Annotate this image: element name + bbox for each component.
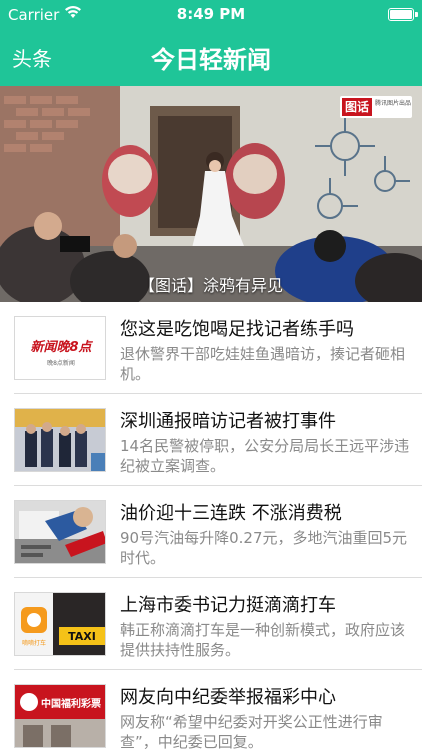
news-item[interactable]: 嘀嘀打车 TAXI 上海市委书记力挺滴滴打车 韩正称滴滴打车是一种创新模式，政府… [0, 578, 422, 670]
news-title: 您这是吃饱喝足找记者练手吗 [120, 319, 354, 340]
news-title: 油价迎十三连跌 不涨消费税 [120, 503, 342, 524]
news-thumbnail: 嘀嘀打车 TAXI [14, 592, 106, 656]
news-description: 网友称“希望中纪委对开奖公正性进行审查”，中纪委已回复。 [120, 713, 383, 750]
thumb-taxi-sign: TAXI [68, 630, 96, 643]
news-title: 深圳通报暗访记者被打事件 [120, 411, 336, 432]
header: Carrier 8:49 PM 头条 今日轻新闻 [0, 0, 422, 86]
news-item[interactable]: 油价迎十三连跌 不涨消费税 90号汽油每升降0.27元，多地汽油重回5元时代。 [0, 486, 422, 578]
banner-source-logo: 图话 腾讯图片出品 [340, 96, 412, 118]
banner-photo [0, 86, 422, 302]
thumb-news-logo-text: 新闻晚8点 [30, 339, 93, 355]
banner-logo-mark: 图话 [342, 98, 372, 116]
thumb-app-name: 嘀嘀打车 [22, 639, 46, 647]
battery-icon [388, 8, 418, 21]
featured-banner[interactable]: 图话 腾讯图片出品 【图话】涂鸦有异见 [0, 86, 422, 302]
news-item[interactable]: 中国福利彩票 网友向中纪委举报福彩中心 网友称“希望中纪委对开奖公正性进行审查”… [0, 670, 422, 750]
news-description: 退休警界干部吃娃娃鱼遇暗访，揍记者砸相机。 [120, 345, 406, 383]
news-thumbnail [14, 500, 106, 564]
status-bar: Carrier 8:49 PM [0, 0, 422, 30]
status-time: 8:49 PM [176, 5, 246, 23]
banner-logo-subtitle: 腾讯图片出品 [375, 100, 412, 107]
news-description: 韩正称滴滴打车是一种创新模式，政府应该提供扶持性服务。 [120, 621, 406, 659]
news-description: 14名民警被停职，公安分局局长王远平涉违纪被立案调查。 [120, 437, 410, 475]
app-screen: Carrier 8:49 PM 头条 今日轻新闻 图话 腾讯图片出品 【图话】涂… [0, 0, 422, 750]
thumb-news-logo-subtext: 晚8点新闻 [47, 359, 75, 367]
banner-caption: 【图话】涂鸦有异见 [138, 276, 283, 295]
app-title: 今日轻新闻 [151, 46, 271, 74]
navigation-bar: 头条 今日轻新闻 [0, 30, 422, 86]
news-title: 网友向中纪委举报福彩中心 [120, 687, 336, 708]
news-title: 上海市委书记力挺滴滴打车 [120, 595, 336, 616]
news-thumbnail: 新闻晚8点 晚8点新闻 [14, 316, 106, 380]
news-thumbnail [14, 408, 106, 472]
news-item[interactable]: 深圳通报暗访记者被打事件 14名民警被停职，公安分局局长王远平涉违纪被立案调查。 [0, 394, 422, 486]
thumb-lottery-sign: 中国福利彩票 [41, 697, 101, 710]
news-description: 90号汽油每升降0.27元，多地汽油重回5元时代。 [120, 529, 408, 567]
news-item[interactable]: 新闻晚8点 晚8点新闻 您这是吃饱喝足找记者练手吗 退休警界干部吃娃娃鱼遇暗访，… [0, 302, 422, 394]
battery-level [390, 10, 412, 19]
news-thumbnail: 中国福利彩票 [14, 684, 106, 748]
